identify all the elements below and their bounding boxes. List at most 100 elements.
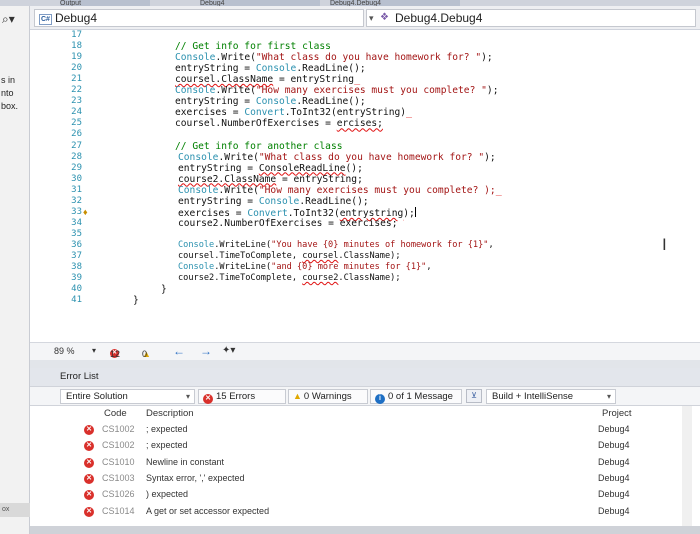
code-token: .ReadLine(); xyxy=(296,63,366,75)
error-row[interactable]: ✕ CS1010 Newline in constant Debug4 xyxy=(30,455,700,471)
code-token: .ClassName); xyxy=(338,273,401,284)
code-token: Console xyxy=(175,85,216,97)
code-line: course2.TimeToComplete, course2.ClassNam… xyxy=(178,273,401,284)
error-description: ; expected xyxy=(146,440,188,451)
code-token: .Write( xyxy=(218,151,259,163)
code-token: Console xyxy=(255,63,297,75)
line-number: 38 xyxy=(71,262,82,273)
warnings-filter-button[interactable]: ▲ 0 Warnings xyxy=(288,389,368,404)
code-token: ); xyxy=(403,207,415,219)
code-token: , xyxy=(426,262,432,273)
code-token: .ReadLine(); xyxy=(296,96,366,108)
code-token: ); xyxy=(481,52,493,64)
class-dropdown[interactable]: ▾ ❖ Debug4.Debug4 xyxy=(366,9,696,27)
error-squiggle: _ xyxy=(406,107,413,119)
code-token: ); xyxy=(486,85,499,97)
line-number: 40 xyxy=(71,284,82,295)
code-line: Console.WriteLine("You have {0} minutes … xyxy=(178,240,494,251)
code-line: coursel.ClassName = entryString_ xyxy=(175,74,360,85)
code-line: coursel.TimeToComplete, coursel.ClassNam… xyxy=(178,251,401,262)
error-code[interactable]: CS1010 xyxy=(102,457,135,467)
error-description: Syntax error, ',' expected xyxy=(146,472,245,483)
code-token: "You have {0} minutes of homework for {1… xyxy=(271,239,489,250)
messages-filter-button[interactable]: i0 of 1 Message xyxy=(370,389,462,404)
back-arrow-icon[interactable]: ← xyxy=(173,344,185,358)
warnings-filter-label: 0 Warnings xyxy=(303,391,352,402)
error-squiggle: course2.ClassName xyxy=(178,173,277,185)
errors-filter-button[interactable]: ✕ 15 Errors xyxy=(198,389,286,404)
class-name: Debug4.Debug4 xyxy=(395,11,483,25)
line-number: 27 xyxy=(71,140,82,151)
project-dropdown[interactable]: C# Debug4 xyxy=(34,9,364,27)
forward-arrow-icon[interactable]: → xyxy=(200,344,212,358)
error-row[interactable]: ✕ CS1002 ; expected Debug4 xyxy=(30,438,700,454)
scope-dropdown[interactable]: Entire Solution ▾ xyxy=(60,389,195,404)
error-row[interactable]: ✕ CS1003 Syntax error, ',' expected Debug4 xyxy=(30,471,700,487)
code-token: , xyxy=(488,239,494,250)
code-line: } xyxy=(161,284,167,295)
zoom-level[interactable]: 89 % xyxy=(54,346,75,356)
error-icon: ✕ xyxy=(84,425,94,435)
code-line: course2.NumberOfExercises = exercises; xyxy=(178,218,398,229)
code-token: (); xyxy=(345,162,363,174)
error-project: Debug4 xyxy=(598,424,630,434)
error-count: 12 xyxy=(110,349,121,359)
error-project: Debug4 xyxy=(598,489,630,500)
error-row[interactable]: ✕ CS1002 ; expected Debug4 xyxy=(30,422,700,438)
code-token: coursel.NumberOfExercises = xyxy=(175,118,337,130)
error-code[interactable]: CS1003 xyxy=(102,473,135,483)
error-row[interactable]: ✕ CS1014 A get or set accessor expected Deb… xyxy=(30,504,700,520)
error-project: Debug4 xyxy=(598,472,630,483)
navigation-bar: C# Debug4 ▾ ❖ Debug4.Debug4 xyxy=(30,6,700,30)
build-filter-value: Build + IntelliSense xyxy=(492,391,574,402)
code-editor[interactable]: 17 18 // Get info for first class 19 Console… xyxy=(30,30,700,342)
chevron-down-icon: ▾ xyxy=(606,392,611,401)
error-code[interactable]: CS1002 xyxy=(102,424,135,434)
error-code[interactable]: CS1014 xyxy=(102,506,135,516)
line-number: 20 xyxy=(71,63,82,74)
error-project: Debug4 xyxy=(598,440,630,451)
code-token: ); xyxy=(484,151,496,163)
error-icon: ✕ xyxy=(203,394,213,404)
code-token: course2.TimeToComplete, xyxy=(178,273,303,284)
column-header-description[interactable]: Description xyxy=(146,408,194,419)
error-squiggle: coursel.ClassName xyxy=(175,74,274,86)
code-line: // Get info for another class xyxy=(175,141,343,152)
code-line: exercises = Convert.ToInt32(entryString)… xyxy=(175,107,412,118)
zoom-chevron-icon[interactable]: ▾ xyxy=(92,346,96,355)
column-header-project[interactable]: Project xyxy=(602,408,632,419)
error-list-title[interactable]: Error List xyxy=(30,368,700,386)
code-token: coursel.TimeToComplete, xyxy=(178,251,303,261)
navigate-icon[interactable]: ✦▾ xyxy=(222,345,235,356)
error-icon: ✕ xyxy=(84,506,94,517)
line-number: 25 xyxy=(71,118,82,129)
text-cursor-icon: I xyxy=(662,235,667,254)
code-token: "How many exercises must you complete? )… xyxy=(258,184,496,196)
code-token: = entryString; xyxy=(276,173,363,185)
error-row[interactable]: ✕ CS1026) expected Debug4 xyxy=(30,487,700,503)
left-pane-text-3: box. xyxy=(1,101,19,111)
line-number: 28 xyxy=(71,151,82,162)
info-icon: i xyxy=(375,394,385,404)
error-squiggle: ConsoleReadLine xyxy=(258,162,346,174)
build-filter-dropdown[interactable]: Build + IntelliSense ▾ xyxy=(486,389,616,404)
code-token: entryString = xyxy=(178,162,259,174)
column-header-code[interactable]: Code xyxy=(104,408,127,419)
search-icon[interactable]: ⌕▾ xyxy=(2,12,15,27)
error-icon: ✕ xyxy=(84,473,94,484)
filter-icon[interactable]: ⊻ xyxy=(466,389,482,403)
code-token: // Get info for another class xyxy=(175,140,343,152)
error-code[interactable]: CS1002 xyxy=(102,440,135,450)
code-line: entryString = ConsoleReadLine(); xyxy=(178,163,363,174)
left-pane-bottom-tab[interactable]: ox xyxy=(0,503,30,517)
error-list-scrollbar[interactable] xyxy=(682,406,692,526)
chevron-down-icon: ▾ xyxy=(369,13,374,23)
left-pane-text-1: s in xyxy=(1,75,16,85)
editor-status-bar: 89 % ▾ ✕ 12 ▲ 0 ← → ✦▾ xyxy=(30,342,700,360)
line-number: 32 xyxy=(71,195,82,206)
text-caret xyxy=(414,206,416,217)
lightbulb-icon[interactable]: ♦ xyxy=(83,207,88,217)
code-line: Console.Write("How many exercises must y… xyxy=(175,85,498,96)
code-token: Convert xyxy=(244,107,285,119)
error-code[interactable]: CS1026 xyxy=(102,489,135,499)
